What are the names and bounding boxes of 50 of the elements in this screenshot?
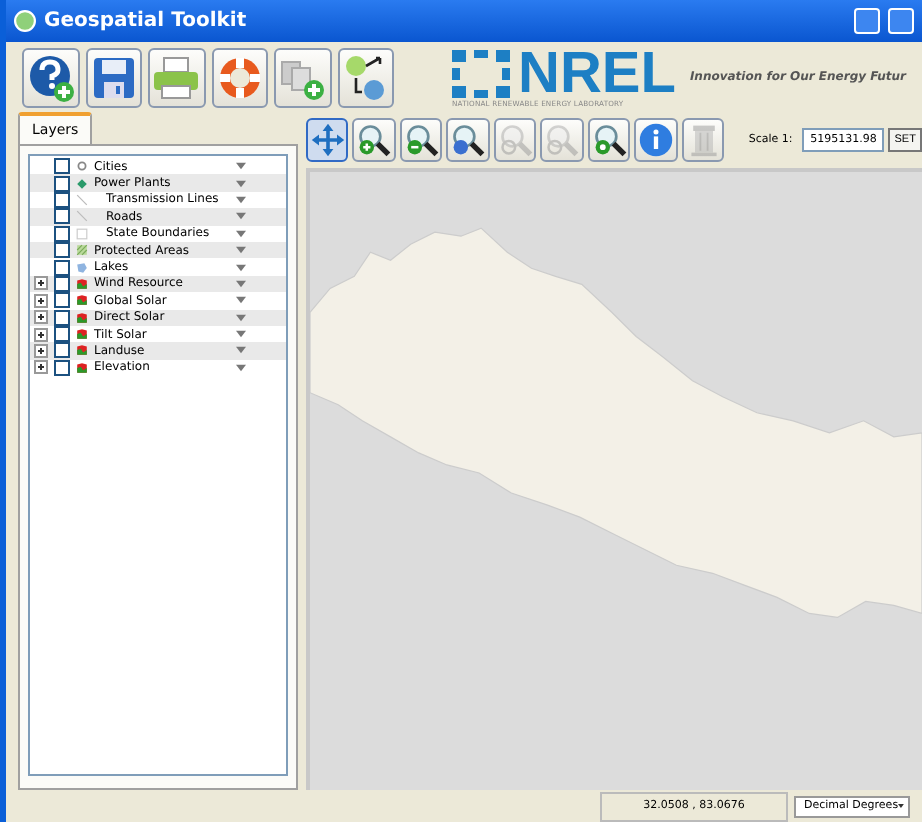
line-icon <box>76 193 88 206</box>
layer-checkbox[interactable] <box>54 208 70 225</box>
raster-icon <box>76 294 88 307</box>
point-icon <box>76 160 88 173</box>
zoom-out-button[interactable] <box>399 118 443 162</box>
layer-checkbox[interactable] <box>54 326 70 343</box>
line-icon <box>76 210 88 223</box>
zoom-in-button[interactable] <box>352 118 396 162</box>
window-title: Geospatial Toolkit <box>44 10 249 32</box>
print-button[interactable] <box>148 47 205 107</box>
network-button[interactable] <box>337 47 394 107</box>
hatched-area-icon <box>76 244 88 257</box>
column-icon <box>685 122 722 158</box>
raster-icon <box>76 277 88 290</box>
layer-checkbox[interactable] <box>54 242 70 259</box>
print-icon <box>150 51 203 103</box>
zoom-full-icon <box>450 122 487 158</box>
raster-icon <box>76 311 88 324</box>
zoom-layer-button[interactable] <box>587 118 631 162</box>
zoom-full-button[interactable] <box>446 118 490 162</box>
layer-checkbox[interactable] <box>54 259 70 276</box>
info-button[interactable] <box>634 118 678 162</box>
zoom-layer-icon <box>591 122 628 158</box>
minimize-button[interactable] <box>854 8 880 34</box>
layer-checkbox[interactable] <box>54 342 70 359</box>
info-icon <box>638 122 675 158</box>
globe-icon <box>14 10 36 32</box>
layer-checkbox[interactable] <box>54 292 70 309</box>
logo-icon <box>452 49 512 97</box>
save-button[interactable] <box>85 47 142 107</box>
layer-checkbox[interactable] <box>54 175 70 192</box>
raster-icon <box>76 344 88 357</box>
logo-name: NREL <box>518 47 676 99</box>
lifebuoy-button[interactable] <box>211 47 268 107</box>
layer-checkbox[interactable] <box>54 158 70 175</box>
help-button[interactable] <box>22 47 79 107</box>
pan-button[interactable] <box>306 118 349 162</box>
help-icon <box>24 51 77 103</box>
zoom-in-icon <box>356 122 393 158</box>
maximize-button[interactable] <box>888 8 914 34</box>
raster-icon <box>76 328 88 341</box>
raster-icon <box>76 361 88 374</box>
layer-checkbox[interactable] <box>54 309 70 326</box>
zoom-back-icon <box>497 122 534 158</box>
zoom-out-icon <box>403 122 440 158</box>
pan-icon <box>309 122 346 158</box>
polygon-icon <box>76 227 88 240</box>
point-icon <box>76 177 88 190</box>
water-icon <box>76 261 88 274</box>
zoom-forward-icon <box>544 122 581 158</box>
